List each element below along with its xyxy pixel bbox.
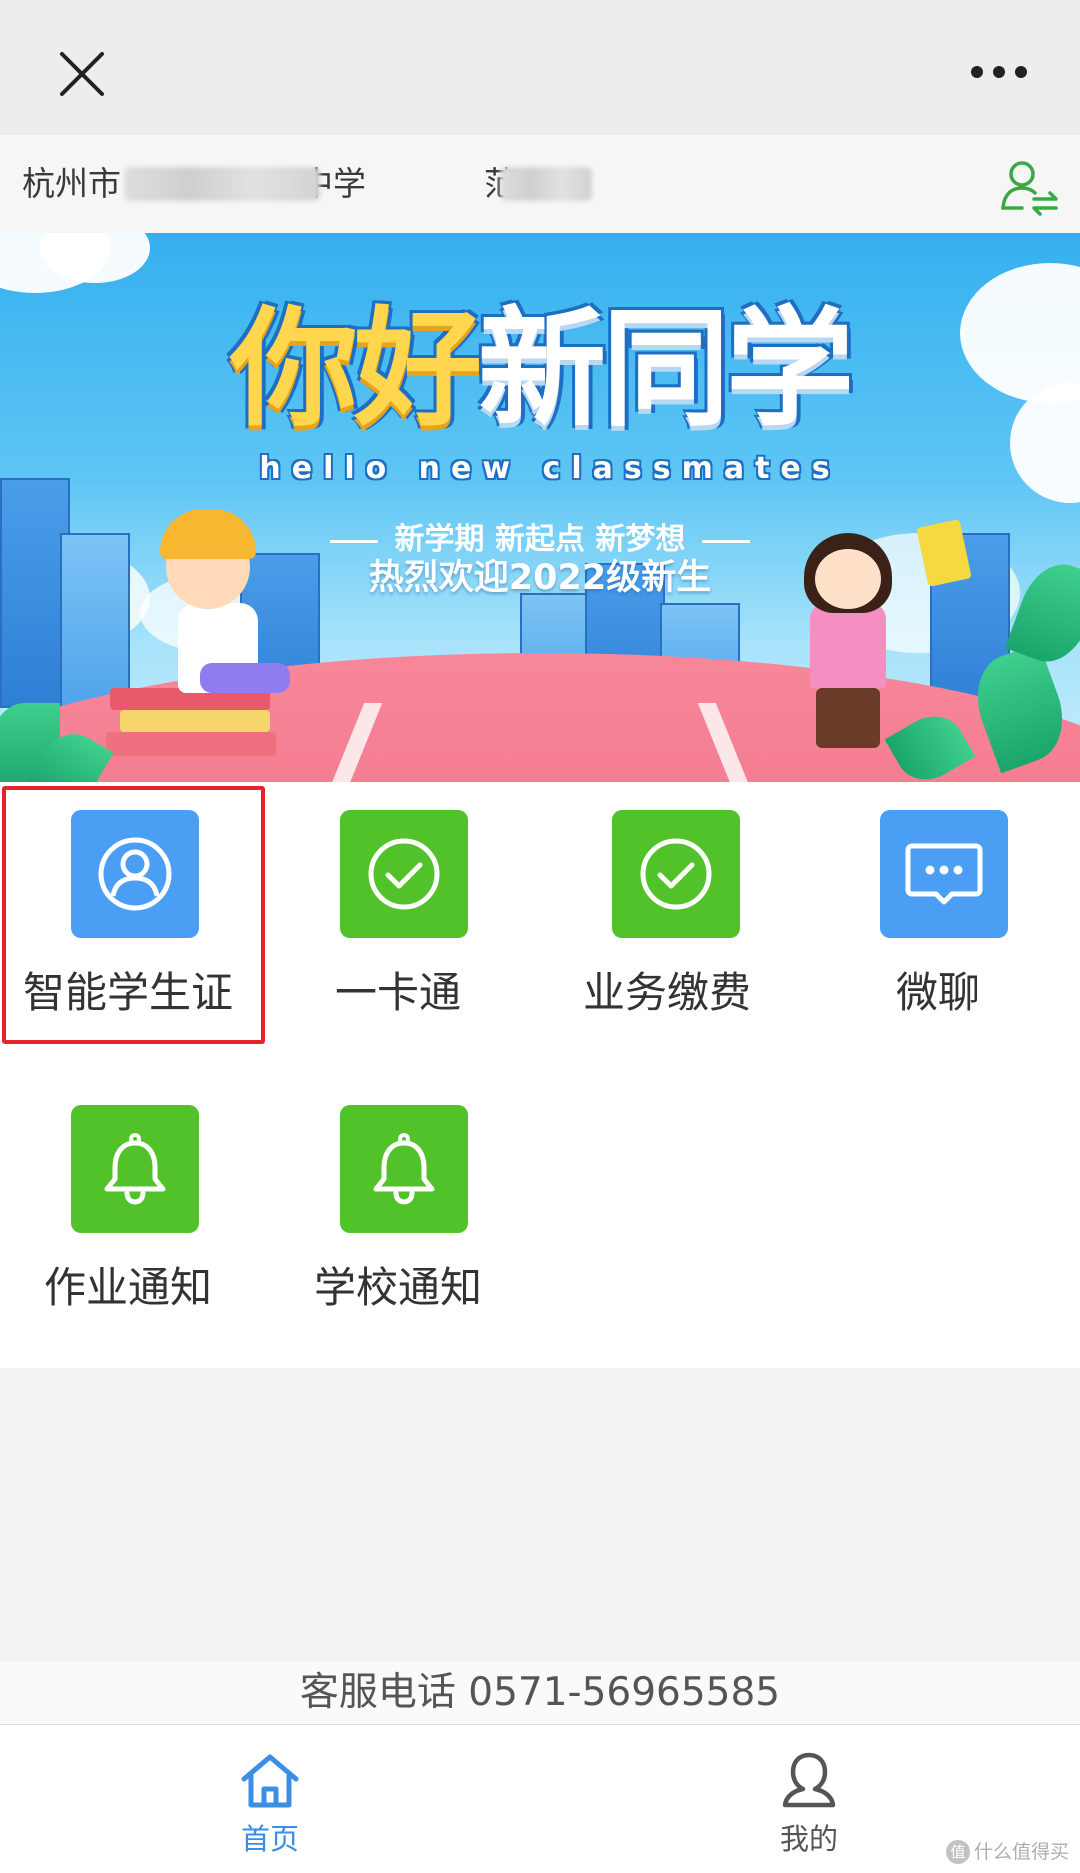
cloud	[1010, 383, 1080, 503]
chat-icon	[880, 810, 1008, 938]
banner-slogan-row: 新学期 新起点 新梦想	[330, 521, 750, 559]
student-card-icon	[71, 810, 199, 938]
tab-mine-label: 我的	[779, 1822, 838, 1856]
grid-item-payment[interactable]: 业务缴费	[540, 810, 810, 1020]
content-spacer	[0, 1368, 1080, 1661]
cloud	[960, 263, 1080, 403]
bell-icon	[340, 1105, 468, 1233]
tab-mine[interactable]: 我的	[659, 1725, 959, 1873]
grid-item-label: 智能学生证	[22, 968, 233, 1017]
grid-item-chat[interactable]: 微聊	[810, 810, 1080, 1020]
building	[60, 533, 130, 713]
book	[106, 732, 276, 756]
home-icon	[238, 1749, 302, 1813]
close-button[interactable]	[56, 48, 108, 100]
banner-welcome: 热烈欢迎2022级新生	[368, 558, 712, 598]
tab-home[interactable]: 首页	[120, 1725, 420, 1873]
banner-title-part1: 你好	[229, 295, 482, 444]
girl-face	[815, 549, 881, 609]
banner-title-part2: 新同学	[478, 295, 854, 444]
check-circle-icon	[612, 810, 740, 938]
grid-item-label: 微聊	[895, 968, 980, 1017]
girl-skirt	[816, 688, 880, 748]
user-icon	[777, 1749, 841, 1813]
switch-user-button[interactable]	[998, 156, 1060, 218]
redacted-school-name	[124, 167, 320, 201]
book	[120, 710, 270, 732]
bottom-tab-bar: 首页 我的	[0, 1724, 1080, 1873]
bell-icon	[71, 1105, 199, 1233]
watermark-badge: 值	[946, 1840, 970, 1864]
welcome-banner[interactable]: 你好新同学 hello new classmates 新学期 新起点 新梦想 热…	[0, 233, 1080, 782]
top-bar	[0, 0, 1080, 135]
grid-item-homework-notice[interactable]: 作业通知	[0, 1105, 270, 1315]
banner-title: 你好新同学	[190, 295, 890, 445]
divider	[330, 540, 378, 543]
watermark-text: 什么值得买	[974, 1841, 1070, 1863]
customer-service-phone[interactable]: 客服电话 0571-56965585	[0, 1661, 1080, 1724]
more-button[interactable]	[968, 56, 1030, 88]
divider	[702, 540, 750, 543]
boy-legs	[200, 663, 290, 693]
check-circle-icon	[340, 810, 468, 938]
grid-item-label: 学校通知	[313, 1263, 482, 1312]
user-switch-icon	[1001, 161, 1058, 216]
account-header: 杭州市 中学 范	[0, 135, 1080, 233]
grid-item-label: 一卡通	[334, 968, 461, 1017]
tab-home-label: 首页	[240, 1822, 299, 1856]
girl-body	[810, 603, 886, 689]
grid-item-label: 业务缴费	[582, 968, 751, 1017]
grid-item-school-notice[interactable]: 学校通知	[270, 1105, 540, 1315]
more-icon	[971, 66, 1027, 78]
close-icon	[60, 52, 104, 96]
boy-hat	[160, 509, 256, 559]
school-name-prefix: 杭州市	[22, 164, 121, 203]
grid-item-label: 作业通知	[43, 1263, 212, 1312]
grid-item-student-card[interactable]: 智能学生证	[0, 810, 270, 1020]
redacted-student-name	[500, 167, 592, 201]
banner-subtitle: hello new classmates	[259, 451, 841, 486]
banner-slogan: 新学期 新起点 新梦想	[394, 522, 686, 557]
watermark: 值 什么值得买	[946, 1838, 1078, 1866]
grid-item-campus-card[interactable]: 一卡通	[270, 810, 540, 1020]
